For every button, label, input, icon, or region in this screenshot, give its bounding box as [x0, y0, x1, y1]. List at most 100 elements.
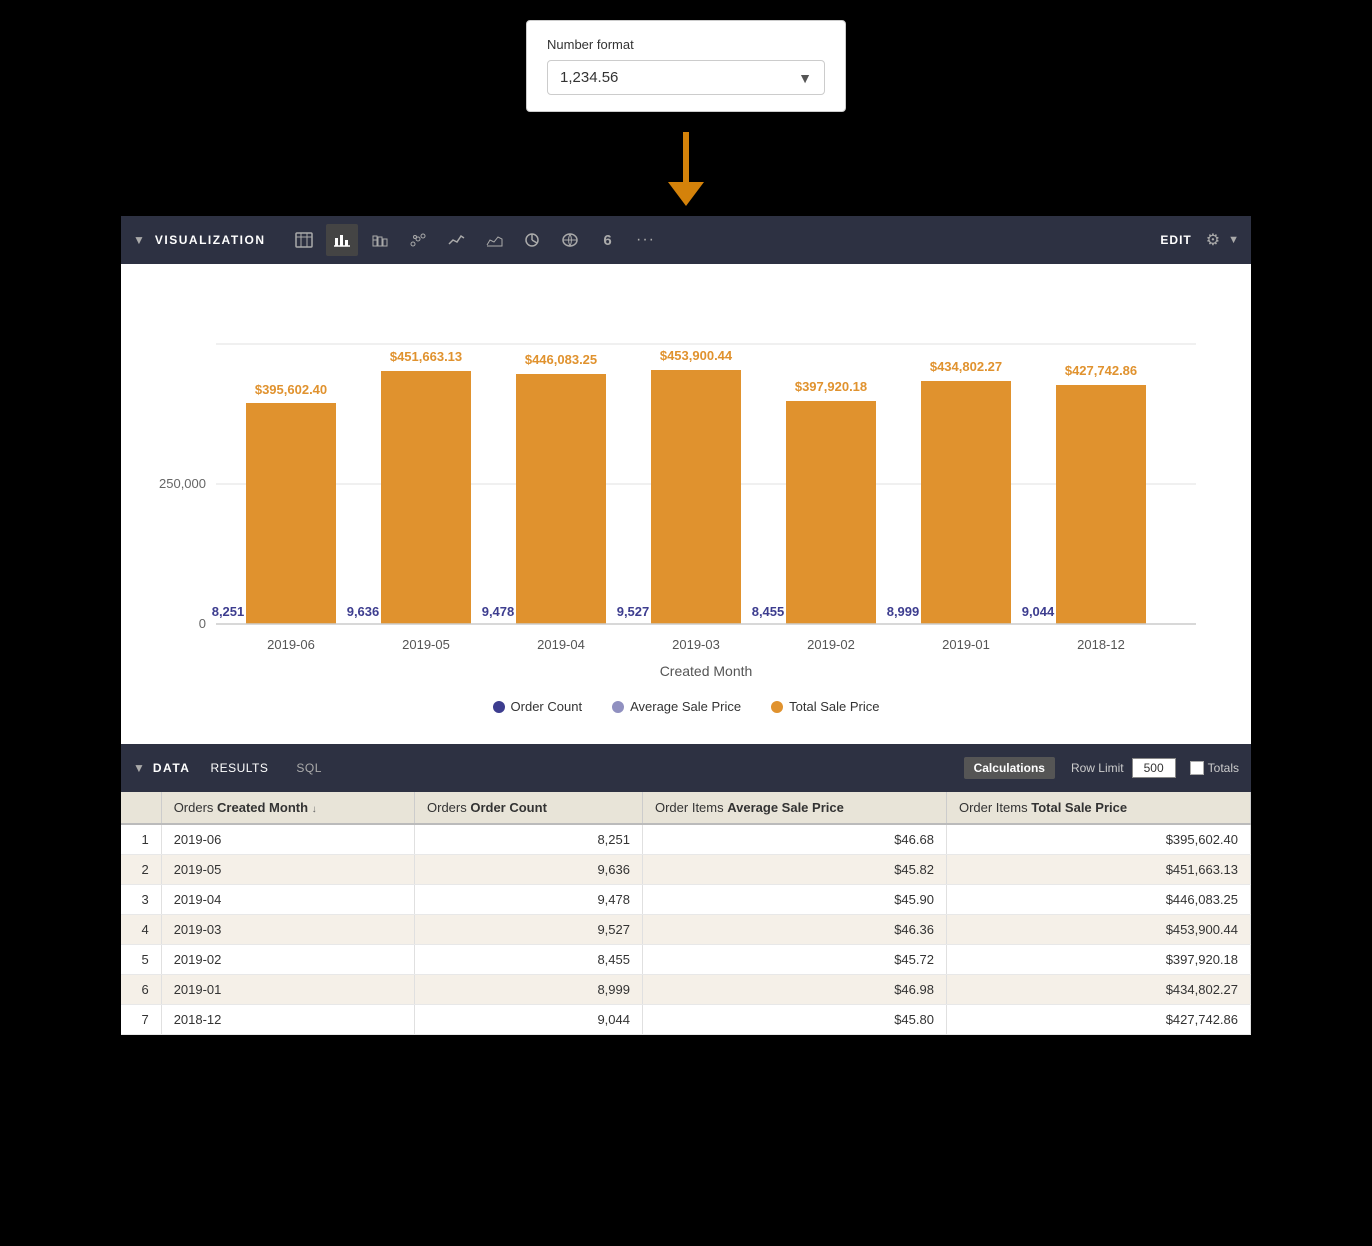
bar-2019-02	[786, 401, 876, 624]
cell-avg-price: $46.98	[642, 975, 946, 1005]
svg-text:$397,920.18: $397,920.18	[795, 379, 867, 394]
number-format-value: 1,234.56	[560, 69, 618, 86]
data-collapse-toggle[interactable]: ▼	[133, 761, 145, 775]
row-number: 4	[121, 915, 161, 945]
line-icon-btn[interactable]	[440, 224, 472, 256]
cell-order-count: 9,044	[415, 1005, 643, 1035]
stacked-bar-icon-btn[interactable]	[364, 224, 396, 256]
arrow-shaft	[683, 132, 689, 182]
svg-text:$395,602.40: $395,602.40	[255, 382, 327, 397]
totals-checkbox[interactable]	[1190, 761, 1204, 775]
six-label: 6	[603, 232, 611, 249]
data-table-container: Orders Created Month ↓ Orders Order Coun…	[121, 792, 1251, 1035]
legend-avg-sale-price: Average Sale Price	[612, 699, 741, 714]
cell-month: 2019-06	[161, 824, 414, 855]
legend-label-avg-sale-price: Average Sale Price	[630, 699, 741, 714]
row-number: 6	[121, 975, 161, 1005]
cell-month: 2019-04	[161, 885, 414, 915]
tab-results[interactable]: RESULTS	[198, 757, 280, 779]
cell-avg-price: $45.82	[642, 855, 946, 885]
number-format-label: Number format	[547, 37, 825, 52]
svg-text:2019-03: 2019-03	[672, 637, 720, 652]
settings-icon[interactable]: ⚙	[1206, 230, 1220, 250]
bar-2018-12	[1056, 385, 1146, 624]
svg-text:8,251: 8,251	[212, 604, 245, 619]
bar-2019-04	[516, 374, 606, 624]
bar-chart-icon-btn[interactable]	[326, 224, 358, 256]
scatter-icon-btn[interactable]	[402, 224, 434, 256]
bar-2019-03	[651, 370, 741, 624]
sort-icon-created-month[interactable]: ↓	[312, 804, 317, 815]
bar-chart-svg: 250,000 0 $395,602.40 8,251 $451,663.13 …	[151, 284, 1221, 684]
cell-avg-price: $45.80	[642, 1005, 946, 1035]
svg-text:250,000: 250,000	[159, 476, 206, 491]
calculations-button[interactable]: Calculations	[964, 757, 1055, 779]
table-row: 2 2019-05 9,636 $45.82 $451,663.13	[121, 855, 1251, 885]
edit-button[interactable]: EDIT	[1160, 233, 1191, 247]
settings-dropdown-icon[interactable]: ▼	[1228, 234, 1239, 246]
cell-total-price: $451,663.13	[946, 855, 1250, 885]
chart-container: 250,000 0 $395,602.40 8,251 $451,663.13 …	[151, 284, 1221, 689]
svg-text:2019-06: 2019-06	[267, 637, 315, 652]
viz-collapse-toggle[interactable]: ▼	[133, 233, 145, 247]
svg-text:Created Month: Created Month	[660, 663, 753, 679]
row-number: 7	[121, 1005, 161, 1035]
th-created-month-bold: Created Month	[217, 800, 308, 815]
number-format-select[interactable]: 1,234.56 ▼	[547, 60, 825, 95]
number-viz-icon-btn[interactable]: 6	[592, 224, 624, 256]
row-limit-input[interactable]	[1132, 758, 1176, 778]
cell-total-price: $395,602.40	[946, 824, 1250, 855]
cell-month: 2019-05	[161, 855, 414, 885]
more-dots: ···	[636, 231, 655, 249]
legend-dot-order-count	[493, 701, 505, 713]
svg-text:$446,083.25: $446,083.25	[525, 352, 597, 367]
cell-total-price: $397,920.18	[946, 945, 1250, 975]
legend-total-sale-price: Total Sale Price	[771, 699, 879, 714]
th-avg-sale-price[interactable]: Order Items Average Sale Price	[642, 792, 946, 824]
area-icon-btn[interactable]	[478, 224, 510, 256]
svg-text:0: 0	[199, 616, 206, 631]
row-number: 2	[121, 855, 161, 885]
cell-order-count: 9,636	[415, 855, 643, 885]
th-avg-sale-price-bold: Average Sale Price	[727, 800, 844, 815]
pie-icon-btn[interactable]	[516, 224, 548, 256]
svg-text:$451,663.13: $451,663.13	[390, 349, 462, 364]
arrow-head	[668, 182, 704, 206]
cell-total-price: $446,083.25	[946, 885, 1250, 915]
svg-text:$427,742.86: $427,742.86	[1065, 363, 1137, 378]
svg-text:8,455: 8,455	[752, 604, 785, 619]
table-row: 6 2019-01 8,999 $46.98 $434,802.27	[121, 975, 1251, 1005]
bar-2019-05	[381, 371, 471, 624]
table-row: 1 2019-06 8,251 $46.68 $395,602.40	[121, 824, 1251, 855]
cell-order-count: 8,251	[415, 824, 643, 855]
table-row: 7 2018-12 9,044 $45.80 $427,742.86	[121, 1005, 1251, 1035]
svg-text:8,999: 8,999	[887, 604, 920, 619]
data-section-header: ▼ DATA RESULTS SQL Calculations Row Limi…	[121, 744, 1251, 792]
th-row-num	[121, 792, 161, 824]
cell-order-count: 9,527	[415, 915, 643, 945]
row-number: 3	[121, 885, 161, 915]
svg-text:9,044: 9,044	[1022, 604, 1055, 619]
tab-sql[interactable]: SQL	[284, 757, 334, 779]
svg-text:9,478: 9,478	[482, 604, 515, 619]
more-icon-btn[interactable]: ···	[630, 224, 662, 256]
table-icon-btn[interactable]	[288, 224, 320, 256]
th-created-month[interactable]: Orders Created Month ↓	[161, 792, 414, 824]
totals-label: Totals	[1190, 761, 1239, 775]
number-format-popup: Number format 1,234.56 ▼	[526, 20, 846, 112]
bar-2019-01	[921, 381, 1011, 624]
cell-order-count: 9,478	[415, 885, 643, 915]
row-number: 5	[121, 945, 161, 975]
svg-text:2019-04: 2019-04	[537, 637, 585, 652]
th-order-count[interactable]: Orders Order Count	[415, 792, 643, 824]
svg-text:9,636: 9,636	[347, 604, 380, 619]
cell-month: 2018-12	[161, 1005, 414, 1035]
cell-total-price: $434,802.27	[946, 975, 1250, 1005]
data-title: DATA	[153, 761, 191, 775]
cell-month: 2019-02	[161, 945, 414, 975]
cell-order-count: 8,455	[415, 945, 643, 975]
cell-month: 2019-03	[161, 915, 414, 945]
th-total-sale-price[interactable]: Order Items Total Sale Price	[946, 792, 1250, 824]
row-number: 1	[121, 824, 161, 855]
map-icon-btn[interactable]	[554, 224, 586, 256]
